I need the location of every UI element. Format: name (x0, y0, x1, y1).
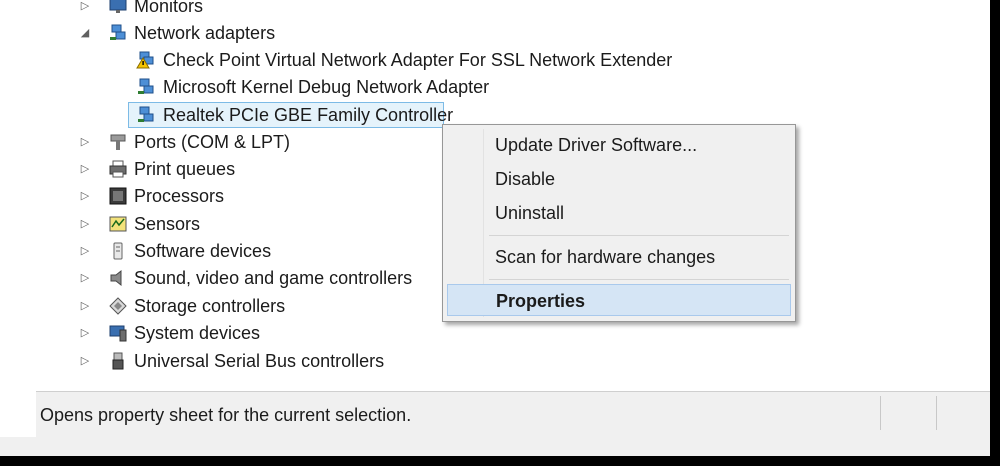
tree-item-label: Microsoft Kernel Debug Network Adapter (163, 77, 490, 97)
menu-item-label: Uninstall (495, 203, 565, 223)
tree-item-label: Print queues (134, 159, 236, 179)
tree-item-label: Monitors (134, 0, 204, 16)
port-icon (110, 134, 126, 150)
tree-item-network-adapters[interactable]: ◢ Network adapters (36, 20, 736, 46)
speaker-icon (110, 269, 122, 287)
tree-item-label: Network adapters (134, 23, 276, 43)
tree-item-system-devices[interactable]: ▷ System devices (36, 320, 736, 346)
device-manager-window: ▷ Monitors ◢ Network adapters Check Poin… (0, 0, 990, 456)
menu-item-label: Disable (495, 169, 556, 189)
printer-icon (109, 160, 127, 178)
expand-arrow-icon[interactable]: ▷ (80, 163, 90, 175)
expand-arrow-icon[interactable]: ▷ (80, 327, 90, 339)
storage-icon (109, 297, 127, 315)
tree-item-label: Processors (134, 186, 225, 206)
menu-separator (489, 279, 789, 280)
menu-separator (489, 235, 789, 236)
tree-item-label: Sound, video and game controllers (134, 268, 413, 288)
menu-item-properties[interactable]: Properties (447, 284, 791, 316)
expand-arrow-icon[interactable]: ▷ (80, 190, 90, 202)
usb-icon (112, 352, 124, 370)
tree-item-label: System devices (134, 323, 261, 343)
left-pane-edge (0, 0, 37, 390)
tree-item-monitors[interactable]: ▷ Monitors (36, 0, 736, 19)
menu-item-update-driver[interactable]: Update Driver Software... (447, 129, 791, 161)
menu-item-disable[interactable]: Disable (447, 163, 791, 195)
menu-item-scan-hardware[interactable]: Scan for hardware changes (447, 241, 791, 273)
status-bar: Opens property sheet for the current sel… (36, 391, 990, 438)
software-device-icon (113, 242, 123, 260)
screenshot-frame: ▷ Monitors ◢ Network adapters Check Poin… (0, 0, 1000, 466)
window-bottom-border (0, 437, 990, 456)
tree-item-label: Check Point Virtual Network Adapter For … (163, 50, 673, 70)
system-device-icon (109, 325, 127, 342)
network-icon (110, 24, 126, 40)
tree-item-label: Software devices (134, 241, 272, 261)
tree-item-kernel-debug-adapter[interactable]: Microsoft Kernel Debug Network Adapter (36, 74, 736, 100)
tree-item-label: Universal Serial Bus controllers (134, 351, 385, 371)
network-icon (138, 106, 154, 122)
network-icon (138, 78, 154, 94)
tree-item-label: Sensors (134, 214, 201, 234)
status-divider (880, 396, 881, 430)
context-menu: Update Driver Software... Disable Uninst… (442, 124, 796, 322)
sensor-icon (109, 216, 127, 232)
tree-item-check-point-adapter[interactable]: Check Point Virtual Network Adapter For … (36, 47, 736, 73)
expand-arrow-icon[interactable]: ▷ (80, 245, 90, 257)
tree-item-label: Realtek PCIe GBE Family Controller (163, 105, 454, 125)
expand-arrow-icon[interactable]: ▷ (80, 300, 90, 312)
tree-item-usb-controllers[interactable]: ▷ Universal Serial Bus controllers (36, 348, 736, 374)
expand-arrow-icon[interactable]: ▷ (80, 272, 90, 284)
status-divider (936, 396, 937, 430)
processor-icon (109, 187, 127, 205)
menu-item-label: Scan for hardware changes (495, 247, 716, 267)
status-text: Opens property sheet for the current sel… (40, 405, 412, 425)
menu-item-label: Update Driver Software... (495, 135, 698, 155)
expand-arrow-icon[interactable]: ▷ (80, 0, 90, 12)
tree-item-label: Ports (COM & LPT) (134, 132, 291, 152)
monitor-icon (109, 0, 127, 13)
expand-arrow-icon[interactable]: ▷ (80, 355, 90, 367)
menu-item-uninstall[interactable]: Uninstall (447, 197, 791, 229)
network-warning-icon (136, 51, 154, 69)
expand-arrow-icon[interactable]: ▷ (80, 136, 90, 148)
collapse-arrow-icon[interactable]: ◢ (80, 27, 90, 39)
menu-item-label: Properties (496, 291, 586, 311)
tree-item-label: Storage controllers (134, 296, 286, 316)
expand-arrow-icon[interactable]: ▷ (80, 218, 90, 230)
